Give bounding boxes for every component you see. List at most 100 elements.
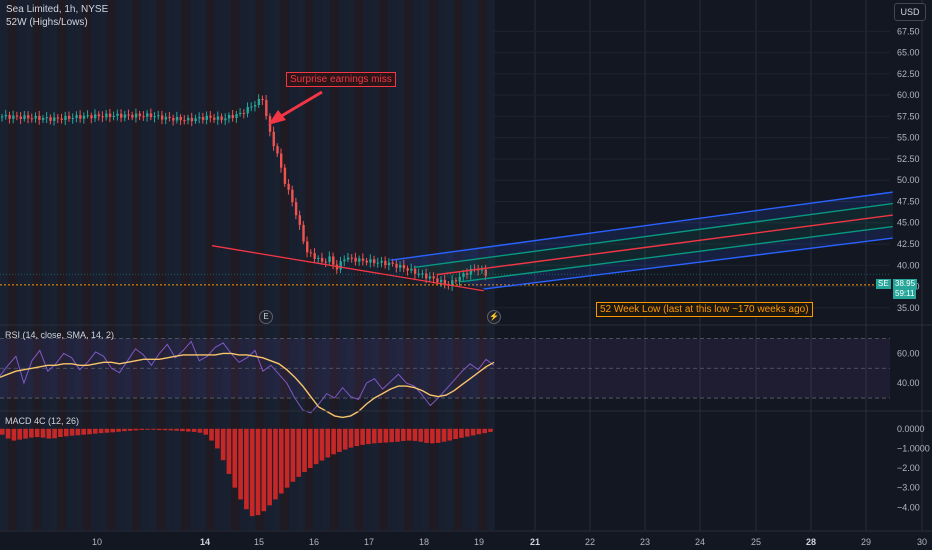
macd-bar <box>238 428 243 500</box>
candle-body <box>194 118 197 122</box>
price-tick-label: 40.00 <box>897 260 920 270</box>
macd-bar <box>34 428 40 438</box>
session-stripe <box>82 0 91 530</box>
candle-body <box>120 113 123 118</box>
indicator-title: 52W (Highs/Lows) <box>6 17 88 28</box>
session-stripe <box>107 0 116 530</box>
candle-body <box>350 257 354 259</box>
macd-bar <box>75 428 81 436</box>
macd-bar <box>145 428 150 430</box>
candle-body <box>108 113 112 118</box>
candle-body <box>105 113 108 118</box>
macd-bar <box>476 428 482 435</box>
macd-bar <box>63 428 69 437</box>
candle-body <box>49 117 52 121</box>
macd-bar <box>418 428 424 442</box>
candle-body <box>198 117 201 119</box>
macd-bar <box>29 428 34 438</box>
session-stripe <box>189 0 198 530</box>
price-y-ticks: 35.0037.5040.0042.5045.0047.5050.0052.50… <box>897 26 920 312</box>
time-tick-label: 28 <box>806 537 816 547</box>
session-stripe <box>57 0 66 530</box>
candle-body <box>261 98 264 101</box>
candle-body <box>227 115 231 119</box>
candle-body <box>287 183 290 190</box>
candle-body <box>361 258 365 261</box>
candle-body <box>216 116 220 120</box>
candle-body <box>406 268 409 271</box>
macd-bar <box>203 428 209 435</box>
macd-bar <box>244 428 249 510</box>
chart-canvas[interactable]: 35.0037.5040.0042.5045.0047.5050.0052.50… <box>0 0 932 550</box>
candle-body <box>313 253 316 259</box>
candle-body <box>428 276 432 279</box>
candle-body <box>391 262 394 264</box>
candle-body <box>276 146 279 154</box>
candle-body <box>205 115 208 120</box>
macd-bar <box>220 428 226 461</box>
session-stripe <box>90 0 99 530</box>
candle-body <box>380 260 383 263</box>
macd-bar <box>0 428 5 435</box>
currency-button[interactable]: USD <box>894 3 926 21</box>
time-tick-label: 15 <box>254 537 264 547</box>
macd-bar <box>226 428 232 474</box>
session-stripe <box>41 0 50 530</box>
candle-body <box>30 118 34 120</box>
macd-bar <box>116 428 121 432</box>
candle-body <box>12 115 15 119</box>
macd-pane-label[interactable]: MACD 4C (12, 26) <box>5 416 79 426</box>
candle-body <box>365 260 368 263</box>
macd-bar <box>180 428 185 432</box>
rsi-pane-label[interactable]: RSI (14, close, SMA, 14, 2) <box>5 330 114 340</box>
session-stripe <box>173 0 182 530</box>
time-tick-label: 21 <box>530 537 540 547</box>
macd-bar <box>389 428 394 443</box>
macd-bar <box>261 428 267 512</box>
time-tick-label: 18 <box>419 537 429 547</box>
macd-tick-label: −4.00 <box>897 502 920 512</box>
candle-body <box>1 116 4 118</box>
low-annotation[interactable]: 52 Week Low (last at this low ~170 weeks… <box>596 302 813 317</box>
candle-body <box>56 117 60 119</box>
countdown-tag: 59:11 <box>893 289 917 299</box>
earnings-annotation[interactable]: Surprise earnings miss <box>286 72 396 87</box>
session-stripe <box>132 0 141 530</box>
macd-bar <box>342 428 348 450</box>
macd-bar <box>366 428 371 445</box>
macd-bar <box>52 428 57 439</box>
macd-bar <box>185 428 191 432</box>
price-tick-label: 55.00 <box>897 133 920 143</box>
candle-body <box>439 279 443 283</box>
session-stripe <box>123 0 132 530</box>
candle-body <box>320 257 324 262</box>
price-tick-label: 42.50 <box>897 239 920 249</box>
candle-body <box>280 153 283 168</box>
candle-body <box>86 115 89 117</box>
macd-bar <box>354 428 360 447</box>
time-axis: 10 14 15 16 17 18 19 21 22 23 24 25 28 29 30 <box>0 530 932 550</box>
candle-body <box>354 257 357 262</box>
session-stripe <box>8 0 17 530</box>
candle-body <box>149 113 153 118</box>
session-stripe <box>24 0 33 530</box>
macd-bar <box>98 428 104 434</box>
last-price-tag: 38.95 <box>893 279 918 289</box>
macd-bar <box>87 428 92 435</box>
session-stripe <box>165 0 174 530</box>
session-stripe <box>115 0 124 530</box>
macd-bar <box>395 428 400 442</box>
candle-body <box>82 115 86 119</box>
candle-body <box>291 189 294 203</box>
macd-bar <box>81 428 86 435</box>
dividend-event-icon[interactable]: ⚡ <box>487 310 501 324</box>
candle-body <box>190 117 194 122</box>
candle-body <box>253 104 257 107</box>
price-tick-label: 47.50 <box>897 196 920 206</box>
macd-bar <box>11 428 17 441</box>
candle-body <box>328 256 331 262</box>
macd-bar <box>453 428 458 439</box>
earnings-event-marker[interactable]: E <box>259 310 273 324</box>
macd-bar <box>191 428 197 432</box>
time-tick-label: 22 <box>585 537 595 547</box>
